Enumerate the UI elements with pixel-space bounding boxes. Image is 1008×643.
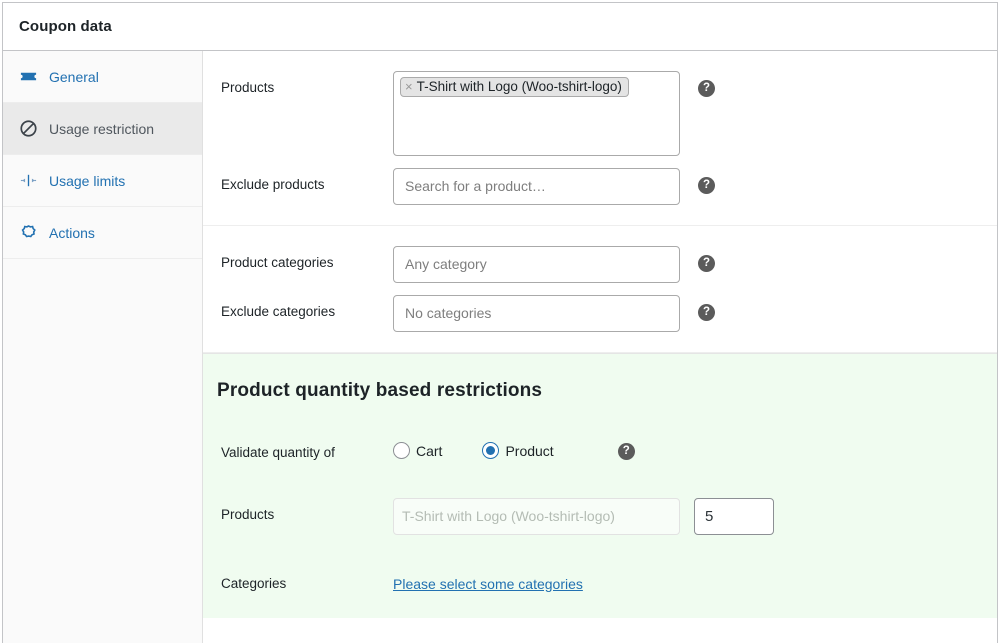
exclude-categories-placeholder: No categories bbox=[405, 305, 492, 321]
radio-option-cart[interactable]: Cart bbox=[393, 442, 442, 459]
product-categories-select[interactable]: Any category bbox=[393, 246, 680, 283]
sidebar-item-general[interactable]: General bbox=[3, 51, 202, 103]
chip-label: T-Shirt with Logo (Woo-tshirt-logo) bbox=[416, 79, 622, 94]
page-title: Coupon data bbox=[19, 18, 112, 35]
radio-dot-icon bbox=[482, 442, 500, 459]
product-quantity-restrictions-section: Product quantity based restrictions Vali… bbox=[203, 353, 997, 619]
quantity-categories-row: Categories Please select some categories bbox=[203, 561, 997, 599]
help-icon[interactable]: ? bbox=[698, 177, 715, 194]
products-field-group: Products × T-Shirt with Logo (Woo-tshirt… bbox=[203, 51, 997, 226]
products-label: Products bbox=[221, 80, 275, 95]
sidebar-item-actions[interactable]: Actions bbox=[3, 207, 202, 259]
products-select[interactable]: × T-Shirt with Logo (Woo-tshirt-logo) bbox=[393, 71, 680, 156]
radio-label: Product bbox=[505, 442, 554, 459]
validate-quantity-radio-group: Cart Product bbox=[393, 436, 594, 459]
quantity-products-row: Products T-Shirt with Logo (Woo-tshirt-l… bbox=[203, 492, 997, 541]
sidebar-item-label: Usage limits bbox=[49, 172, 126, 189]
ticket-icon bbox=[15, 67, 41, 86]
help-icon[interactable]: ? bbox=[617, 443, 635, 460]
quantity-products-input[interactable]: T-Shirt with Logo (Woo-tshirt-logo) bbox=[393, 497, 680, 535]
radio-dot-icon bbox=[393, 442, 410, 459]
no-entry-icon bbox=[15, 119, 41, 138]
exclude-categories-row: Exclude categories No categories ? bbox=[203, 289, 997, 338]
exclude-products-row: Exclude products Search for a product… ? bbox=[203, 162, 997, 211]
section-title: Product quantity based restrictions bbox=[217, 380, 543, 401]
quantity-categories-label: Categories bbox=[221, 575, 287, 591]
radio-label: Cart bbox=[416, 442, 443, 459]
categories-field-group: Product categories Any category ? Exclud… bbox=[203, 226, 997, 353]
sidebar-item-label: General bbox=[49, 68, 99, 85]
exclude-products-placeholder: Search for a product… bbox=[405, 178, 546, 194]
exclude-products-select[interactable]: Search for a product… bbox=[393, 168, 680, 205]
validate-quantity-label: Validate quantity of bbox=[221, 445, 335, 460]
product-categories-placeholder: Any category bbox=[405, 256, 487, 272]
sidebar-item-label: Usage restriction bbox=[49, 120, 155, 137]
gear-icon bbox=[15, 223, 41, 242]
radio-option-product[interactable]: Product bbox=[482, 442, 554, 459]
product-categories-label: Product categories bbox=[221, 255, 334, 270]
exclude-categories-label: Exclude categories bbox=[221, 304, 336, 319]
coupon-data-panel: Coupon data General Usage restriction Us… bbox=[2, 2, 998, 643]
validate-quantity-row: Validate quantity of Cart Product ? bbox=[203, 430, 997, 468]
chip-remove-icon[interactable]: × bbox=[405, 80, 413, 93]
usage-restriction-panel: Products × T-Shirt with Logo (Woo-tshirt… bbox=[203, 51, 997, 643]
quantity-amount-input[interactable]: 5 bbox=[694, 497, 774, 535]
product-chip[interactable]: × T-Shirt with Logo (Woo-tshirt-logo) bbox=[400, 77, 629, 97]
help-icon[interactable]: ? bbox=[698, 304, 715, 321]
help-icon[interactable]: ? bbox=[698, 255, 715, 272]
usage-limits-icon bbox=[15, 171, 41, 190]
panel-header: Coupon data bbox=[3, 3, 997, 51]
sidebar-item-usage-limits[interactable]: Usage limits bbox=[3, 155, 202, 207]
sidebar-item-label: Actions bbox=[49, 224, 95, 241]
product-categories-row: Product categories Any category ? bbox=[203, 240, 997, 289]
sidebar-item-usage-restriction[interactable]: Usage restriction bbox=[3, 103, 202, 155]
panel-body: General Usage restriction Usage limits A… bbox=[3, 51, 997, 643]
exclude-categories-select[interactable]: No categories bbox=[393, 295, 680, 332]
coupon-data-tabs: General Usage restriction Usage limits A… bbox=[3, 51, 203, 643]
exclude-products-label: Exclude products bbox=[221, 177, 325, 192]
select-categories-link[interactable]: Please select some categories bbox=[393, 567, 583, 592]
help-icon[interactable]: ? bbox=[698, 80, 715, 97]
products-row: Products × T-Shirt with Logo (Woo-tshirt… bbox=[203, 65, 997, 162]
coupon-data-panel-screen: Coupon data General Usage restriction Us… bbox=[0, 0, 1008, 643]
quantity-products-label: Products bbox=[221, 506, 275, 522]
